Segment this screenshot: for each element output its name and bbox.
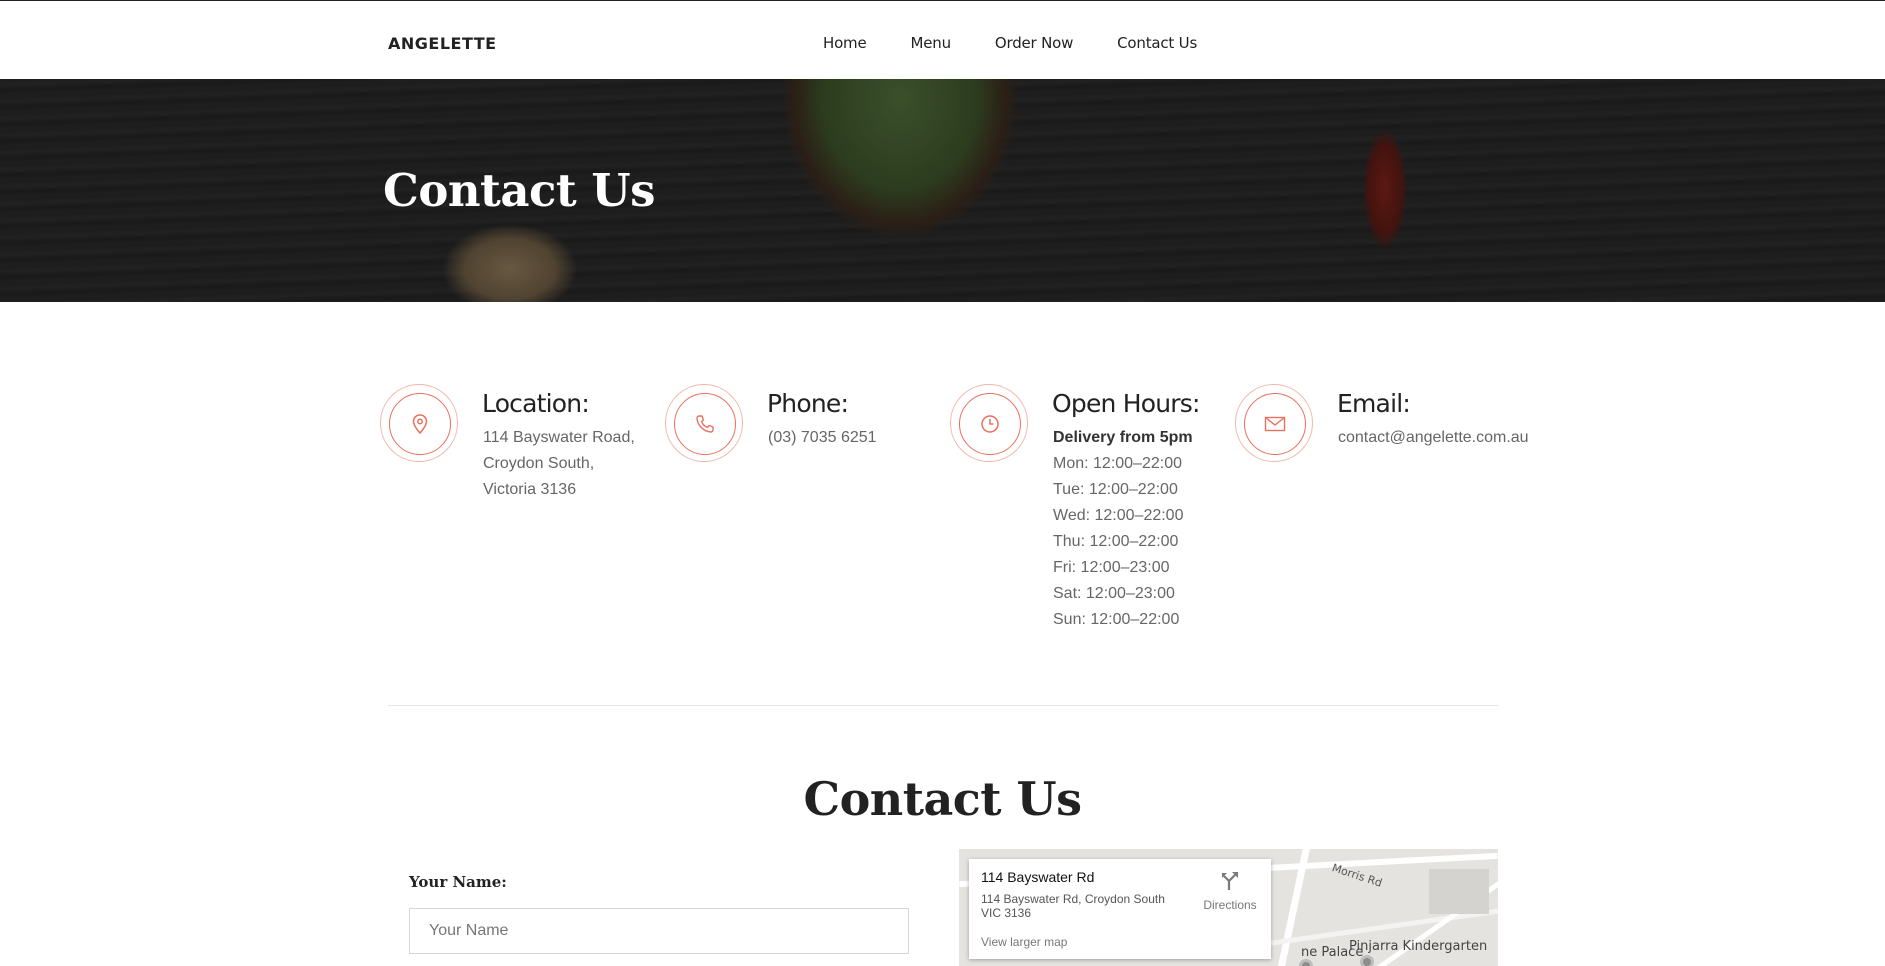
directions-icon bbox=[1222, 872, 1238, 890]
name-input[interactable] bbox=[409, 908, 909, 954]
phone-number: (03) 7035 6251 bbox=[768, 429, 877, 446]
email-icon-ring bbox=[1235, 384, 1313, 462]
delivery-note: Delivery from 5pm bbox=[1053, 429, 1193, 446]
name-label: Your Name: bbox=[409, 873, 507, 891]
map-place-address: 114 Bayswater Rd, Croydon South VIC 3136 bbox=[981, 892, 1165, 920]
view-larger-map-link[interactable]: View larger map bbox=[981, 935, 1067, 949]
location-icon-ring bbox=[380, 384, 458, 462]
hours-title: Open Hours: bbox=[1052, 389, 1200, 418]
page-title: Contact Us bbox=[383, 164, 655, 217]
main-nav: Home Menu Order Now Contact Us bbox=[823, 34, 1197, 52]
nav-menu[interactable]: Menu bbox=[911, 34, 952, 52]
hero-banner: Contact Us bbox=[0, 79, 1885, 302]
hours-wed: Wed: 12:00–22:00 bbox=[1053, 507, 1184, 524]
location-title: Location: bbox=[482, 389, 590, 418]
embedded-map[interactable]: Morris Rd ne Palace Pinjarra Kindergarte… bbox=[959, 849, 1498, 966]
section-divider bbox=[388, 705, 1498, 706]
phone-icon bbox=[696, 415, 714, 433]
email-address: contact@angelette.com.au bbox=[1338, 429, 1529, 446]
hours-sun: Sun: 12:00–22:00 bbox=[1053, 611, 1180, 628]
hours-fri: Fri: 12:00–23:00 bbox=[1053, 559, 1170, 576]
phone-title: Phone: bbox=[767, 389, 849, 418]
site-logo[interactable]: ANGELETTE bbox=[388, 34, 497, 53]
map-label-kindergarten: Pinjarra Kindergarten bbox=[1349, 939, 1488, 954]
map-building bbox=[1429, 869, 1489, 914]
directions-button[interactable]: Directions bbox=[1197, 871, 1263, 912]
email-title: Email: bbox=[1337, 389, 1411, 418]
hours-sat: Sat: 12:00–23:00 bbox=[1053, 585, 1175, 602]
hours-mon: Mon: 12:00–22:00 bbox=[1053, 455, 1182, 472]
map-poi-pin bbox=[1360, 955, 1374, 966]
contact-section-title: Contact Us bbox=[803, 772, 1082, 826]
map-pin-icon bbox=[412, 414, 428, 434]
clock-icon bbox=[981, 415, 999, 433]
nav-order-now[interactable]: Order Now bbox=[995, 34, 1073, 52]
map-place-title: 114 Bayswater Rd bbox=[981, 869, 1095, 885]
phone-icon-ring bbox=[665, 384, 743, 462]
nav-contact-us[interactable]: Contact Us bbox=[1117, 34, 1197, 52]
location-address: 114 Bayswater Road, Croydon South, Victo… bbox=[483, 429, 635, 498]
directions-label: Directions bbox=[1203, 898, 1257, 912]
hero-overlay bbox=[0, 79, 1885, 302]
nav-home[interactable]: Home bbox=[823, 34, 867, 52]
mail-icon bbox=[1264, 416, 1286, 432]
map-poi-pin bbox=[1299, 959, 1313, 966]
hours-thu: Thu: 12:00–22:00 bbox=[1053, 533, 1179, 550]
map-place-card: 114 Bayswater Rd 114 Bayswater Rd, Croyd… bbox=[969, 859, 1271, 959]
hours-icon-ring bbox=[950, 384, 1028, 462]
site-header: ANGELETTE Home Menu Order Now Contact Us bbox=[0, 1, 1885, 79]
hours-list: Delivery from 5pm Mon: 12:00–22:00 Tue: … bbox=[1053, 425, 1193, 633]
hours-tue: Tue: 12:00–22:00 bbox=[1053, 481, 1178, 498]
